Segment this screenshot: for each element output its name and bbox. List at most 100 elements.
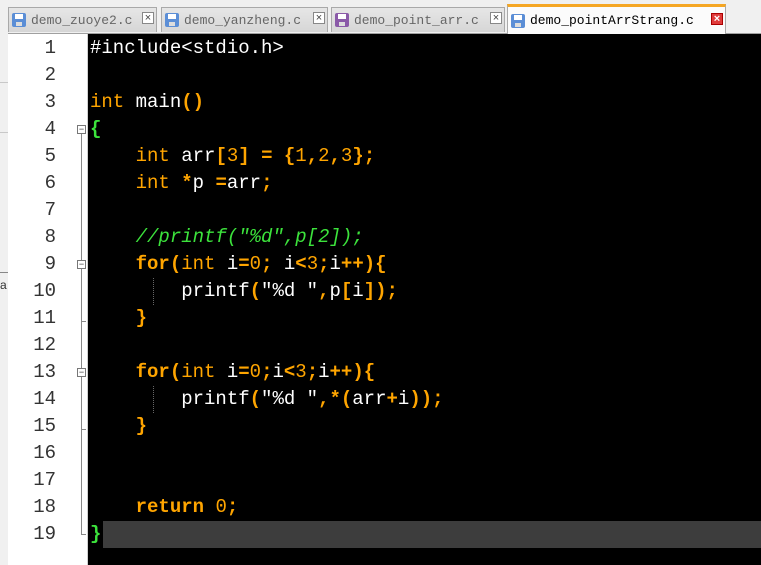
code-token: ; — [306, 361, 319, 383]
code-token: ; — [261, 172, 273, 194]
close-icon[interactable]: × — [711, 13, 723, 25]
code-token: , — [306, 145, 319, 167]
sliver-divider — [0, 272, 8, 273]
line-number: 16 — [33, 442, 56, 464]
fold-toggle-icon[interactable]: − — [77, 125, 86, 134]
code-line: printf("%d ",p[i]); — [90, 278, 398, 305]
line-number: 17 — [33, 469, 56, 491]
code-token: i — [272, 253, 296, 275]
save-disk-icon — [12, 13, 26, 27]
code-area[interactable]: #include<stdio.h> int main() { int arr[3… — [88, 34, 761, 565]
code-line: for(int i=0; i<3;i++){ — [90, 251, 387, 278]
code-line: printf("%d ",*(arr+i)); — [90, 386, 443, 413]
code-token: arr — [226, 172, 262, 194]
code-token: = — [215, 172, 227, 194]
line-number: 6 — [44, 172, 56, 194]
code-token: 2 — [318, 145, 330, 167]
close-icon[interactable]: × — [490, 12, 502, 24]
fold-end-marker — [81, 429, 86, 430]
code-token: } — [90, 523, 102, 545]
code-token: ( — [249, 280, 262, 302]
code-token: printf — [181, 280, 250, 302]
code-line: int arr[3] = {1,2,3}; — [90, 143, 376, 170]
tab-demo-yanzheng[interactable]: demo_yanzheng.c × — [161, 7, 328, 32]
code-string: "%d " — [261, 280, 319, 302]
code-line: return 0; — [90, 494, 239, 521]
code-token: 1 — [295, 145, 307, 167]
line-number: 15 — [33, 415, 56, 437]
code-token: p — [329, 280, 341, 302]
code-token: main — [124, 91, 182, 113]
code-token: i — [318, 361, 330, 383]
fold-toggle-icon[interactable]: − — [77, 368, 86, 377]
line-number: 19 — [33, 523, 56, 545]
line-number: 13 — [33, 361, 56, 383]
code-token: = — [238, 253, 250, 275]
code-token: 3 — [340, 145, 353, 167]
code-token: = — [261, 145, 273, 167]
current-line-highlight — [103, 521, 761, 548]
code-token: [ — [215, 145, 227, 167]
code-line: { — [90, 116, 101, 143]
code-token: arr — [169, 145, 216, 167]
line-number: 14 — [33, 388, 56, 410]
desktop-sliver: a — [0, 0, 8, 565]
fold-end-marker — [81, 321, 86, 322]
tab-label: demo_point_arr.c — [354, 12, 479, 28]
code-token: i — [215, 361, 239, 383]
line-number: 5 — [44, 145, 56, 167]
line-number: 2 — [44, 64, 56, 86]
close-icon[interactable]: × — [313, 12, 325, 24]
code-token: i — [397, 388, 410, 410]
code-token: + — [386, 388, 398, 410]
close-icon[interactable]: × — [142, 12, 154, 24]
line-number: 18 — [33, 496, 56, 518]
code-token: ; — [226, 496, 239, 518]
code-token: i — [352, 280, 364, 302]
save-disk-icon — [165, 13, 179, 27]
code-token: printf — [181, 388, 250, 410]
code-token: }; — [352, 145, 376, 167]
code-token: ; — [318, 253, 330, 275]
code-token: 3 — [295, 361, 307, 383]
code-token: < — [283, 361, 296, 383]
code-comment: //printf("%d",p[2]); — [135, 226, 364, 248]
code-token: arr — [352, 388, 387, 410]
code-line: } — [90, 305, 147, 332]
code-token: } — [135, 307, 148, 329]
code-token: ( — [169, 361, 182, 383]
line-number: 11 — [33, 307, 56, 329]
code-token: ( — [249, 388, 262, 410]
code-line: #include<stdio.h> — [90, 35, 284, 62]
code-token: int — [181, 361, 216, 383]
tab-label: demo_zuoye2.c — [31, 12, 133, 28]
tab-demo-zuoye2[interactable]: demo_zuoye2.c × — [8, 7, 157, 32]
code-token: ; — [261, 361, 273, 383]
code-line: } — [90, 413, 147, 440]
tab-demo-point-arr[interactable]: demo_point_arr.c × — [331, 7, 505, 32]
tab-demo-pointarrstrang[interactable]: demo_pointArrStrang.c × — [507, 4, 726, 34]
code-token: ){ — [363, 253, 387, 275]
code-editor[interactable]: 1 2 3 4 5 6 7 8 9 10 11 12 13 14 15 16 1… — [8, 34, 761, 565]
tab-bar: demo_zuoye2.c × demo_yanzheng.c × demo_p… — [8, 0, 761, 34]
line-number: 9 — [44, 253, 56, 275]
code-token: ( — [169, 253, 182, 275]
code-token: p — [192, 172, 216, 194]
code-token: { — [90, 118, 102, 140]
code-token: 3 — [306, 253, 319, 275]
code-token: 0 — [249, 361, 262, 383]
fold-toggle-icon[interactable]: − — [77, 260, 86, 269]
code-token: i — [329, 253, 341, 275]
code-token: ] — [238, 145, 250, 167]
code-token: = — [238, 361, 250, 383]
